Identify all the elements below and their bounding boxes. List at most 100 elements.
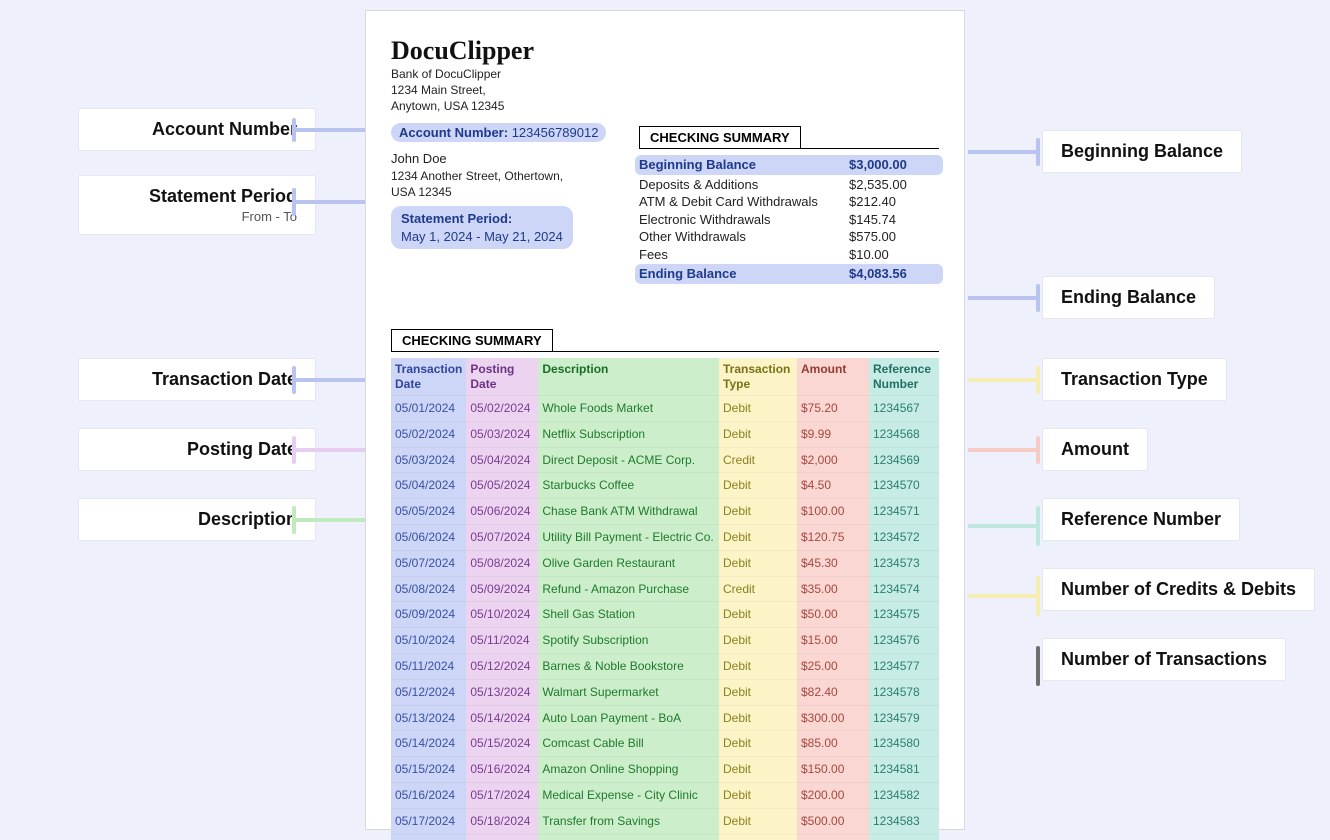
- anno-label: Number of Credits & Debits: [1061, 579, 1296, 599]
- cell-transaction-type: Credit: [719, 447, 797, 473]
- cell-reference-number: 1234583: [869, 808, 939, 834]
- anno-label: Reference Number: [1061, 509, 1221, 529]
- connector-cap: [1036, 366, 1040, 394]
- cell-transaction-date: 05/07/2024: [391, 550, 466, 576]
- bank-address-line1: 1234 Main Street,: [391, 82, 939, 98]
- stage: Account Number Statement Period From - T…: [0, 0, 1330, 840]
- cell-transaction-date: 05/11/2024: [391, 653, 466, 679]
- cell-amount: $200.00: [797, 782, 869, 808]
- table-row: 05/05/202405/06/2024Chase Bank ATM Withd…: [391, 499, 939, 525]
- cell-transaction-type: Debit: [719, 602, 797, 628]
- summary-row-value: $145.74: [849, 211, 939, 229]
- brand-logo: DocuClipper: [391, 36, 939, 66]
- table-row: 05/06/202405/07/2024Utility Bill Payment…: [391, 524, 939, 550]
- cell-amount: $120.75: [797, 524, 869, 550]
- cell-reference-number: 1234571: [869, 499, 939, 525]
- cell-amount: $500.00: [797, 808, 869, 834]
- cell-reference-number: 1234578: [869, 679, 939, 705]
- cell-transaction-type: Debit: [719, 550, 797, 576]
- table-header-row: Transaction Date Posting Date Descriptio…: [391, 358, 939, 395]
- cell-reference-number: 1234573: [869, 550, 939, 576]
- cell-reference-number: 1234569: [869, 447, 939, 473]
- bank-address-line2: Anytown, USA 12345: [391, 98, 939, 114]
- cell-reference-number: 1234577: [869, 653, 939, 679]
- cell-transaction-date: 05/10/2024: [391, 628, 466, 654]
- cell-amount: $50.00: [797, 602, 869, 628]
- cell-posting-date: 05/02/2024: [466, 396, 538, 422]
- anno-label: Beginning Balance: [1061, 141, 1223, 161]
- table-row: 05/16/202405/17/2024Medical Expense - Ci…: [391, 782, 939, 808]
- cell-transaction-type: Debit: [719, 499, 797, 525]
- connector-cap: [1036, 436, 1040, 464]
- cell-reference-number: 1234574: [869, 576, 939, 602]
- checking-summary-block: CHECKING SUMMARY Beginning Balance$3,000…: [639, 126, 939, 285]
- account-number-label: Account Number:: [399, 125, 508, 140]
- cell-transaction-type: Debit: [719, 628, 797, 654]
- connector-cap: [1036, 646, 1040, 686]
- cell-description: Spotify Subscription: [538, 628, 719, 654]
- cell-reference-number: 1234576: [869, 628, 939, 654]
- col-posting-date: Posting Date: [466, 358, 538, 395]
- cell-amount: $85.00: [797, 731, 869, 757]
- cell-description: Amazon Online Shopping: [538, 757, 719, 783]
- anno-transaction-date: Transaction Date: [78, 358, 316, 401]
- cell-transaction-date: 05/01/2024: [391, 396, 466, 422]
- table-row: 05/01/202405/02/2024Whole Foods MarketDe…: [391, 396, 939, 422]
- connector-cap: [292, 366, 296, 394]
- summary-row-value: $2,535.00: [849, 176, 939, 194]
- cell-description: Starbucks Coffee: [538, 473, 719, 499]
- transactions-section: CHECKING SUMMARY Transaction Date Postin…: [391, 329, 939, 840]
- bank-name: Bank of DocuClipper: [391, 66, 939, 82]
- anno-label: Amount: [1061, 439, 1129, 459]
- connector-cap: [292, 188, 296, 216]
- summary-row: Ending Balance$4,083.56: [635, 264, 943, 284]
- connector: [968, 448, 1036, 452]
- cell-amount: $300.00: [797, 705, 869, 731]
- anno-account-number: Account Number: [78, 108, 316, 151]
- cell-amount: $2,000: [797, 447, 869, 473]
- cell-transaction-type: Debit: [719, 473, 797, 499]
- anno-label: Ending Balance: [1061, 287, 1196, 307]
- connector-cap: [292, 506, 296, 534]
- table-row: 05/18/202405/19/2024Planet Fitness Membe…: [391, 834, 939, 840]
- col-amount: Amount: [797, 358, 869, 395]
- cell-description: Chase Bank ATM Withdrawal: [538, 499, 719, 525]
- anno-label: Number of Transactions: [1061, 649, 1267, 669]
- connector: [296, 378, 372, 382]
- cell-amount: $150.00: [797, 757, 869, 783]
- cell-amount: $30.00: [797, 834, 869, 840]
- cell-description: Planet Fitness Membership: [538, 834, 719, 840]
- anno-label: Statement Period: [149, 186, 297, 206]
- cell-transaction-type: Debit: [719, 808, 797, 834]
- cell-transaction-type: Debit: [719, 396, 797, 422]
- anno-label: Posting Date: [187, 439, 297, 459]
- cell-description: Direct Deposit - ACME Corp.: [538, 447, 719, 473]
- cell-transaction-date: 05/04/2024: [391, 473, 466, 499]
- checking-summary-title: CHECKING SUMMARY: [639, 126, 801, 149]
- cell-amount: $15.00: [797, 628, 869, 654]
- table-row: 05/13/202405/14/2024Auto Loan Payment - …: [391, 705, 939, 731]
- summary-row: Beginning Balance$3,000.00: [635, 155, 943, 175]
- cell-amount: $82.40: [797, 679, 869, 705]
- connector-cap: [1036, 506, 1040, 546]
- cell-reference-number: 1234582: [869, 782, 939, 808]
- cell-transaction-type: Debit: [719, 421, 797, 447]
- cell-posting-date: 05/16/2024: [466, 757, 538, 783]
- table-row: 05/15/202405/16/2024Amazon Online Shoppi…: [391, 757, 939, 783]
- table-row: 05/12/202405/13/2024Walmart SupermarketD…: [391, 679, 939, 705]
- summary-row: Other Withdrawals$575.00: [639, 228, 939, 246]
- connector: [968, 594, 1036, 598]
- cell-reference-number: 1234580: [869, 731, 939, 757]
- cell-posting-date: 05/13/2024: [466, 679, 538, 705]
- cell-transaction-date: 05/13/2024: [391, 705, 466, 731]
- cell-reference-number: 1234584: [869, 834, 939, 840]
- anno-reference-number: Reference Number: [1042, 498, 1240, 541]
- summary-row-label: Beginning Balance: [639, 156, 849, 174]
- cell-transaction-date: 05/06/2024: [391, 524, 466, 550]
- anno-transaction-type: Transaction Type: [1042, 358, 1227, 401]
- cell-description: Transfer from Savings: [538, 808, 719, 834]
- col-reference-number: Reference Number: [869, 358, 939, 395]
- anno-label: Transaction Type: [1061, 369, 1208, 389]
- connector-cap: [1036, 138, 1040, 166]
- cell-posting-date: 05/05/2024: [466, 473, 538, 499]
